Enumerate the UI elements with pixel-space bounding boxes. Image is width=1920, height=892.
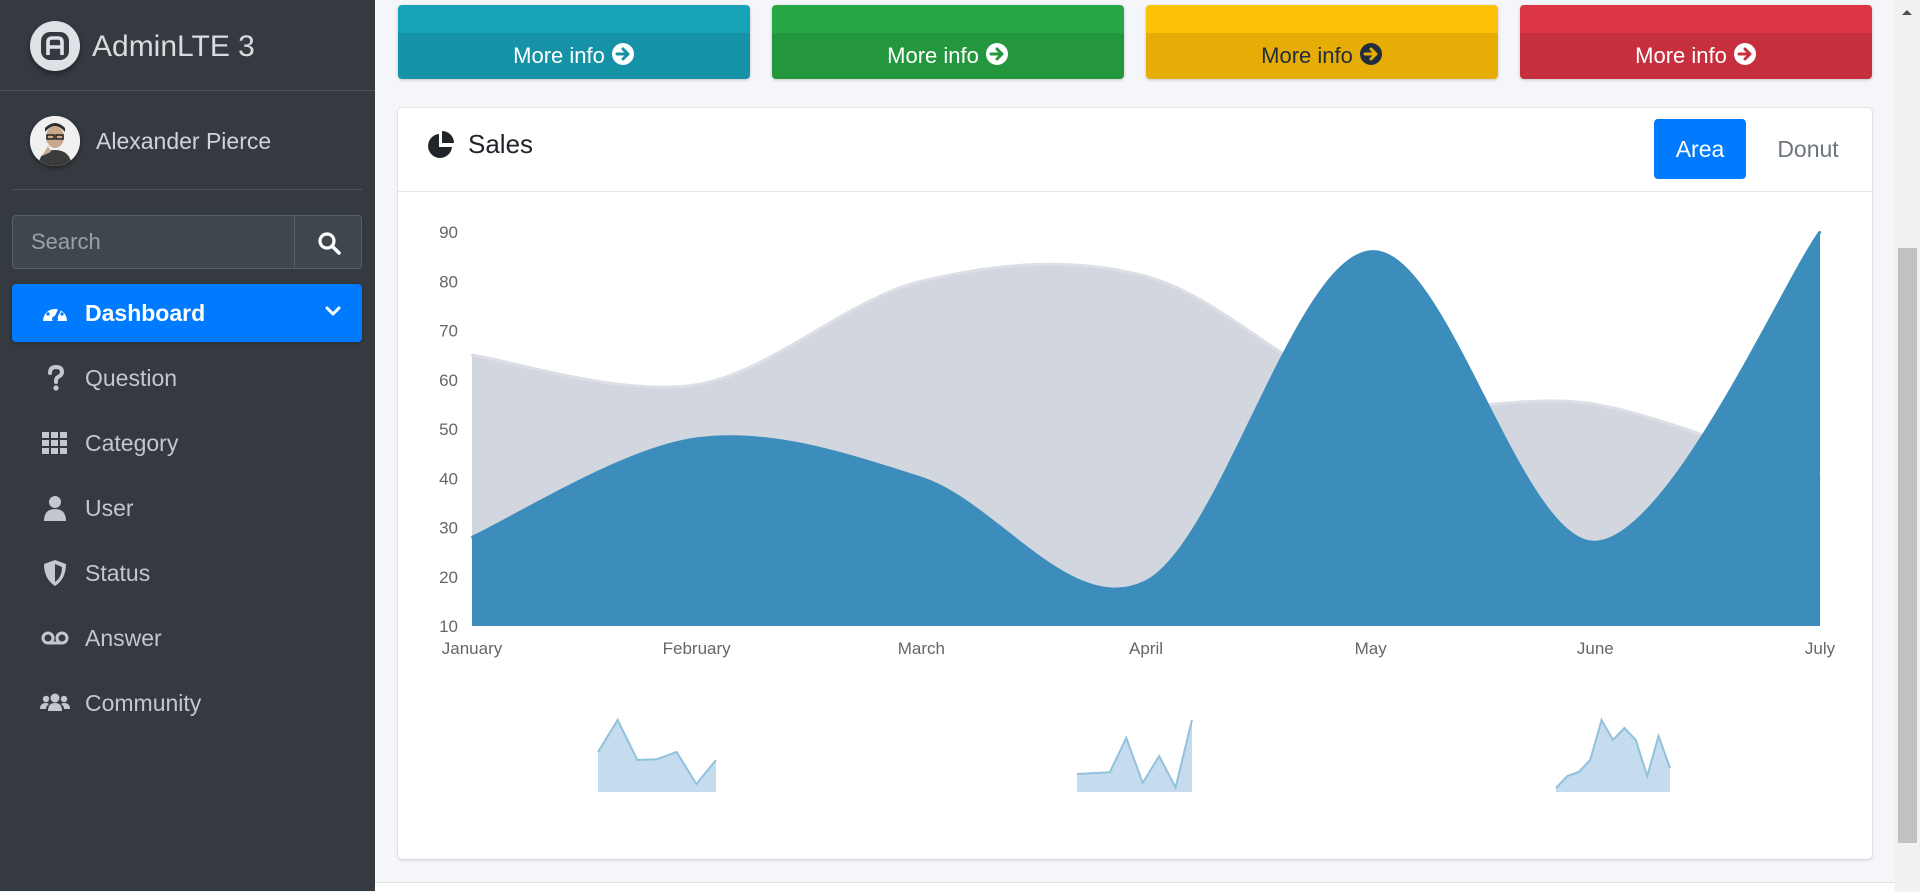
small-box-warning: More info	[1146, 5, 1498, 79]
sidebar-item-label: User	[85, 495, 134, 521]
sidebar-item-label: Answer	[85, 625, 162, 651]
brand-name: AdminLTE 3	[92, 30, 255, 63]
series-1-point-March	[920, 477, 923, 480]
x-tick-label: January	[442, 639, 503, 658]
more-info-label: More info	[1261, 43, 1353, 68]
y-tick-label: 10	[439, 617, 458, 636]
y-tick-label: 50	[439, 420, 458, 439]
search-icon	[318, 232, 341, 255]
small-box-danger: More info	[1520, 5, 1872, 79]
sidebar-item-user[interactable]: User	[12, 479, 362, 537]
x-tick-label: June	[1577, 639, 1614, 658]
main-sidebar: AdminLTE 3 Alexander Pierce Search Dashb…	[0, 0, 375, 891]
chevron-down-icon	[325, 306, 341, 316]
more-info-label: More info	[1635, 43, 1727, 68]
y-tick-label: 80	[439, 272, 458, 291]
x-tick-label: February	[663, 639, 732, 658]
sidebar-item-label: Question	[85, 365, 178, 391]
user-icon	[44, 496, 66, 521]
sidebar-item-label: Status	[85, 560, 151, 586]
adminlte-logo-icon	[30, 21, 80, 71]
question-icon	[48, 364, 65, 391]
search-input[interactable]	[12, 215, 294, 269]
small-box-body	[1146, 5, 1498, 33]
shield-icon	[44, 560, 66, 586]
sidebar-item-label: Dashboard	[85, 300, 206, 326]
sidebar-search	[12, 215, 362, 271]
more-info-label: More info	[513, 43, 605, 68]
avatar[interactable]	[30, 116, 80, 166]
grid-icon	[42, 432, 67, 454]
small-box-body	[772, 5, 1124, 33]
series-1-point-June	[1594, 541, 1597, 544]
series-0-point-June	[1594, 403, 1597, 406]
y-tick-label: 40	[439, 469, 458, 488]
brand-link[interactable]: AdminLTE 3	[0, 0, 375, 91]
more-info-label: More info	[887, 43, 979, 68]
sidebar-item-status[interactable]: Status	[12, 544, 362, 602]
y-tick-label: 20	[439, 568, 458, 587]
user-panel: Alexander Pierce	[12, 92, 362, 190]
x-tick-label: May	[1355, 639, 1388, 658]
arrow-circle-right-icon	[1359, 43, 1382, 65]
sidebar-item-category[interactable]: Category	[12, 414, 362, 472]
arrow-circle-right-icon	[985, 43, 1008, 65]
small-box-success: More info	[772, 5, 1124, 79]
sidebar-item-community[interactable]: Community	[12, 674, 362, 732]
y-tick-label: 70	[439, 322, 458, 341]
x-tick-label: July	[1805, 639, 1836, 658]
y-tick-label: 30	[439, 519, 458, 538]
y-tick-label: 90	[439, 223, 458, 242]
arrow-circle-right-icon	[1733, 43, 1756, 65]
sidebar-item-dashboard[interactable]: Dashboard	[12, 284, 362, 342]
search-button[interactable]	[294, 215, 362, 269]
series-0-point-March	[920, 280, 923, 283]
series-1-point-February	[695, 437, 698, 440]
small-box-info: More info	[398, 5, 750, 79]
sidebar-item-label: Community	[85, 690, 202, 716]
tachometer-icon	[43, 304, 67, 322]
scroll-up-arrow-icon[interactable]	[1901, 8, 1913, 16]
series-1-point-April	[1145, 580, 1147, 583]
series-1-point-May	[1369, 250, 1372, 253]
x-tick-label: April	[1129, 639, 1163, 658]
series-1-point-July	[1819, 231, 1821, 233]
small-box-body	[398, 5, 750, 33]
more-info-link[interactable]: More info	[1520, 33, 1872, 79]
series-1-point-January	[471, 536, 473, 539]
more-info-link[interactable]: More info	[1146, 33, 1498, 79]
series-0-point-February	[695, 383, 698, 386]
y-tick-label: 60	[439, 371, 458, 390]
sales-card: Sales Area Donut 10 20 30 40 50 60 70 80 90 Janua…	[398, 108, 1872, 859]
more-info-link[interactable]: More info	[398, 33, 750, 79]
users-icon	[40, 693, 70, 711]
page-scrollbar[interactable]	[1895, 0, 1920, 891]
sidebar-item-answer[interactable]: Answer	[12, 609, 362, 667]
scroll-thumb[interactable]	[1898, 248, 1917, 843]
sparkline-1-area	[1077, 720, 1192, 792]
sales-area-chart: 10 20 30 40 50 60 70 80 90 January February March Ap…	[439, 223, 1836, 792]
series-0-point-January	[471, 354, 473, 357]
sidebar-item-label: Category	[85, 430, 179, 456]
sidebar-nav: Dashboard Question Category User Status …	[12, 284, 362, 739]
more-info-link[interactable]: More info	[772, 33, 1124, 79]
voicemail-icon	[41, 631, 69, 645]
sidebar-item-question[interactable]: Question	[12, 349, 362, 407]
user-name[interactable]: Alexander Pierce	[96, 128, 271, 155]
small-box-body	[1520, 5, 1872, 33]
arrow-circle-right-icon	[611, 43, 634, 65]
x-tick-label: March	[898, 639, 945, 658]
series-0-point-April	[1145, 275, 1147, 278]
